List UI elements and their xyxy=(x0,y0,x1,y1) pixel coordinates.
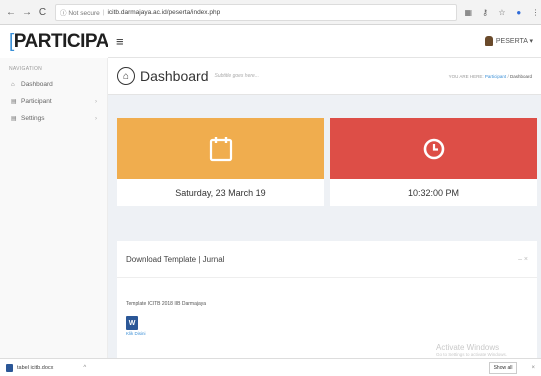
watermark-subtitle: Go to Settings to activate Windows. xyxy=(436,352,508,357)
page-subtitle: Subtitle goes here... xyxy=(214,73,259,79)
panel-controls[interactable]: – × xyxy=(518,256,528,263)
breadcrumb-prefix: YOU ARE HERE: xyxy=(448,73,484,79)
chevron-right-icon: › xyxy=(95,115,97,122)
sidebar-item-settings[interactable]: ▤ Settings › xyxy=(0,110,107,127)
key-icon[interactable]: ⚷ xyxy=(480,8,491,17)
home-circle-icon: ⌂ xyxy=(117,67,135,85)
word-file-icon xyxy=(6,363,13,372)
security-indicator[interactable]: ⓘ Not secure xyxy=(60,7,100,17)
extension-icon[interactable]: ● xyxy=(513,8,524,17)
sidebar-item-label: Dashboard xyxy=(21,81,53,88)
sidebar-item-participant[interactable]: ▤ Participant › xyxy=(0,93,107,110)
user-menu[interactable]: PESERTA ▾ xyxy=(484,36,533,46)
sidebar-item-label: Settings xyxy=(21,115,45,122)
date-card-band xyxy=(117,118,324,179)
template-name: Template ICITB 2018 IIB Darmajaya xyxy=(126,301,207,307)
date-label: Saturday, 23 March 19 xyxy=(175,187,266,198)
top-navbar: ≡ PESERTA ▾ xyxy=(108,25,541,58)
breadcrumb: YOU ARE HERE: Participant / Dashboard xyxy=(449,74,532,79)
panel-header: Download Template | Jurnal – × xyxy=(117,241,537,278)
time-card: 10:32:00 PM xyxy=(330,118,537,206)
download-filename[interactable]: tabel icitb.docx xyxy=(17,365,53,371)
document-icon: ▤ xyxy=(11,99,17,105)
download-link[interactable]: Klik Disini xyxy=(126,331,528,336)
activate-windows-watermark: Activate Windows Go to Settings to activ… xyxy=(436,343,507,357)
home-icon: ⌂ xyxy=(11,81,15,88)
browser-toolbar: ← → C ⓘ Not secure | icitb.darmajaya.ac.… xyxy=(0,0,541,25)
page-title: Dashboard xyxy=(140,68,209,84)
show-all-button[interactable]: Show all xyxy=(488,361,518,374)
breadcrumb-current: Dashboard xyxy=(509,73,532,79)
chevron-right-icon: › xyxy=(95,98,97,105)
clock-icon xyxy=(423,138,444,159)
back-button[interactable]: ← xyxy=(6,7,16,18)
close-icon[interactable]: × xyxy=(531,365,535,371)
translate-icon[interactable]: ▦ xyxy=(463,8,474,17)
menu-icon[interactable]: ⋮ xyxy=(530,8,541,17)
panel-title: Download Template | Jurnal xyxy=(126,254,225,264)
address-separator: | xyxy=(102,8,105,16)
sidebar-header: NAVIGATION xyxy=(9,66,43,72)
forward-button[interactable]: → xyxy=(22,7,32,18)
user-label: PESERTA ▾ xyxy=(495,38,533,45)
address-bar[interactable]: ⓘ Not secure | icitb.darmajaya.ac.id/pes… xyxy=(55,3,457,21)
time-label: 10:32:00 PM xyxy=(407,187,460,198)
page-header: ⌂ Dashboard Subtitle goes here... YOU AR… xyxy=(108,58,541,95)
download-bar: tabel icitb.docx ^ Show all × xyxy=(0,358,541,376)
sidebar-item-label: Participant xyxy=(21,98,52,105)
time-card-band xyxy=(330,118,537,179)
brand-logo[interactable]: [ PARTICIPANT ] xyxy=(0,25,138,58)
date-card: Saturday, 23 March 19 xyxy=(117,118,324,206)
word-file-icon[interactable]: W xyxy=(126,316,138,330)
avatar xyxy=(484,36,493,46)
hamburger-menu-icon[interactable]: ≡ xyxy=(116,34,124,49)
calendar-icon xyxy=(209,136,232,161)
url-text: icitb.darmajaya.ac.id/peserta/index.php xyxy=(107,8,221,16)
reload-button[interactable]: C xyxy=(38,7,47,18)
panel-body: Template ICITB 2018 IIB Darmajaya W Klik… xyxy=(117,278,537,336)
document-icon: ▤ xyxy=(11,116,17,122)
download-template-panel: Download Template | Jurnal – × Template … xyxy=(117,241,537,358)
sidebar: NAVIGATION ⌂ Dashboard ▤ Participant › ▤… xyxy=(0,58,108,358)
watermark-title: Activate Windows xyxy=(436,343,500,352)
star-icon[interactable]: ☆ xyxy=(497,8,508,17)
chevron-up-icon[interactable]: ^ xyxy=(83,365,86,371)
breadcrumb-link-participant[interactable]: Participant xyxy=(485,74,506,79)
breadcrumb-separator: / xyxy=(507,73,509,79)
main-content: ⌂ Dashboard Subtitle goes here... YOU AR… xyxy=(108,58,541,358)
sidebar-item-dashboard[interactable]: ⌂ Dashboard xyxy=(0,76,107,93)
